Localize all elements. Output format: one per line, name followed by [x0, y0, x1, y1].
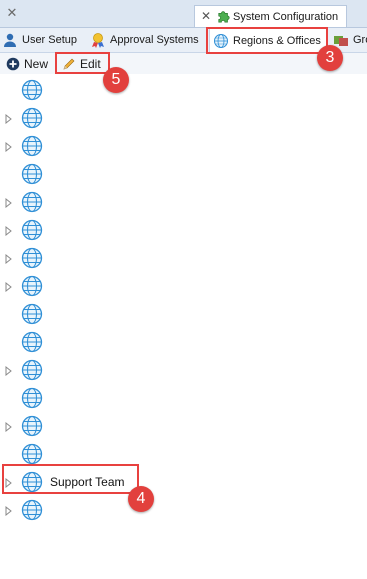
tab-label: Gro — [353, 34, 367, 46]
tree-row[interactable] — [0, 300, 367, 328]
callout-badge-3: 3 — [317, 45, 343, 71]
tree-row[interactable] — [0, 76, 367, 104]
expand-arrow-icon[interactable] — [5, 365, 13, 377]
globe-icon — [21, 163, 43, 185]
globe-icon — [21, 443, 43, 465]
tree-row[interactable] — [0, 104, 367, 132]
tree-row[interactable] — [0, 216, 367, 244]
new-button-label: New — [24, 56, 49, 71]
expand-arrow-icon[interactable] — [5, 225, 13, 237]
new-button[interactable]: New — [6, 53, 48, 74]
expand-arrow-icon[interactable] — [5, 113, 13, 125]
tree-row[interactable] — [0, 272, 367, 300]
globe-icon — [21, 275, 43, 297]
tree-row[interactable] — [0, 356, 367, 384]
globe-icon — [21, 331, 43, 353]
highlight-support-team-row — [2, 464, 139, 494]
expand-arrow-icon[interactable] — [5, 421, 13, 433]
highlight-regions-offices-tab — [206, 27, 328, 54]
tree-row[interactable] — [0, 496, 367, 524]
plus-circle-icon — [6, 57, 20, 70]
globe-icon — [21, 135, 43, 157]
tree-row[interactable] — [0, 412, 367, 440]
tree-row[interactable] — [0, 244, 367, 272]
tab-approval-systems[interactable]: Approval Systems — [90, 28, 199, 52]
expand-arrow-icon[interactable] — [5, 197, 13, 209]
globe-icon — [21, 499, 43, 521]
callout-badge-5: 5 — [103, 67, 129, 93]
expand-arrow-icon[interactable] — [5, 281, 13, 293]
tab-label: User Setup — [22, 34, 78, 46]
puzzle-icon — [218, 11, 230, 23]
globe-icon — [21, 415, 43, 437]
globe-icon — [21, 247, 43, 269]
globe-icon — [21, 191, 43, 213]
tab-close-icon[interactable]: ✕ — [201, 10, 211, 23]
globe-icon — [21, 107, 43, 129]
expand-arrow-icon[interactable] — [5, 141, 13, 153]
globe-icon — [21, 387, 43, 409]
tab-label: Approval Systems — [110, 34, 199, 46]
tree-row[interactable] — [0, 132, 367, 160]
document-tab-strip: ✕ ✕ System Configuration — [0, 0, 367, 28]
tree-row[interactable] — [0, 384, 367, 412]
tree-row[interactable] — [0, 328, 367, 356]
user-icon — [4, 33, 16, 47]
tab-system-configuration[interactable]: ✕ System Configuration — [194, 5, 347, 27]
globe-icon — [21, 303, 43, 325]
globe-icon — [21, 359, 43, 381]
tab-user-setup[interactable]: User Setup — [2, 28, 77, 52]
close-icon[interactable]: ✕ — [6, 6, 18, 19]
tree-row[interactable] — [0, 188, 367, 216]
tree-row[interactable] — [0, 160, 367, 188]
globe-icon — [21, 219, 43, 241]
globe-icon — [21, 79, 43, 101]
callout-badge-4: 4 — [128, 486, 154, 512]
expand-arrow-icon[interactable] — [5, 505, 13, 517]
highlight-edit-button — [55, 52, 110, 74]
tab-label: System Configuration — [233, 11, 339, 23]
expand-arrow-icon[interactable] — [5, 253, 13, 265]
award-icon — [92, 33, 104, 48]
